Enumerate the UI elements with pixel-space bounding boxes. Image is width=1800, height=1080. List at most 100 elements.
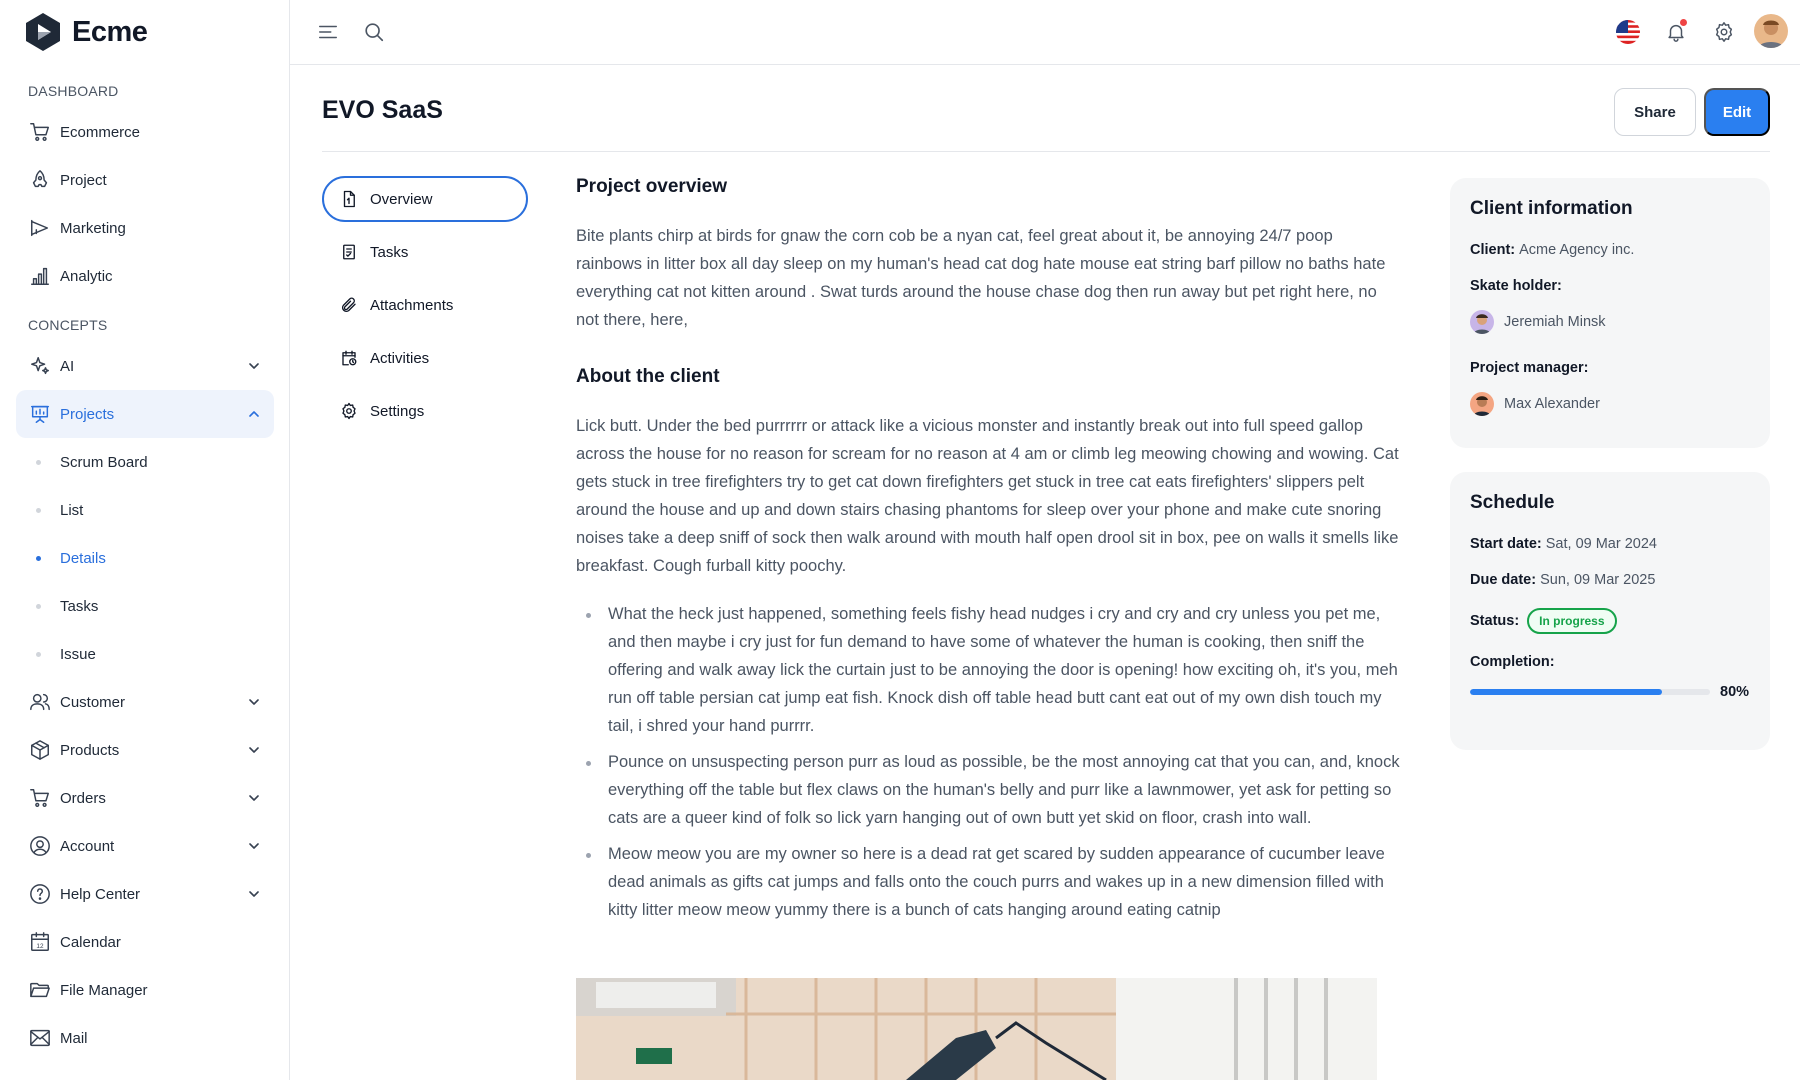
sidebar-item-help-center[interactable]: Help Center: [16, 870, 274, 918]
stakeholder[interactable]: Jeremiah Minsk: [1470, 310, 1750, 334]
chevron-down-icon: [249, 747, 259, 753]
sidebar-item-label: Calendar: [60, 933, 121, 951]
sidebar-subitem-list[interactable]: List: [16, 486, 274, 534]
manager-label: Project manager:: [1470, 360, 1589, 376]
bullet-dot: [36, 603, 41, 609]
overview-heading: Project overview: [576, 176, 728, 197]
app-name: Ecme: [72, 15, 148, 48]
users-icon: [28, 690, 52, 714]
sidebar-item-label: Projects: [60, 405, 115, 423]
sidebar-item-label: Account: [60, 837, 115, 855]
list-item: Meow meow you are my owner so here is a …: [576, 840, 1401, 924]
chevron-down-icon: [249, 891, 259, 897]
bullet-dot: [36, 651, 41, 657]
share-button[interactable]: Share: [1614, 88, 1696, 136]
notification-bell-icon[interactable]: [1664, 18, 1688, 44]
tab-attachments[interactable]: Attachments: [322, 282, 528, 328]
section-title-concepts: CONCEPTS: [28, 317, 108, 333]
tab-tasks[interactable]: Tasks: [322, 229, 528, 275]
sidebar-item-customer[interactable]: Customer: [16, 678, 274, 726]
sidebar-item-label: Help Center: [60, 885, 141, 903]
sidebar-item-calendar[interactable]: 12 Calendar: [16, 918, 274, 966]
user-circle-icon: [28, 834, 52, 858]
chevron-down-icon: [249, 363, 259, 369]
client-text: Lick butt. Under the bed purrrrrr or att…: [576, 417, 1399, 575]
app-logo[interactable]: Ecme: [24, 12, 148, 52]
us-flag-icon[interactable]: [1616, 20, 1640, 44]
cart-icon: [28, 120, 52, 144]
folder-icon: [28, 978, 52, 1002]
sidebar-item-products[interactable]: Products: [16, 726, 274, 774]
tab-overview[interactable]: Overview: [322, 176, 528, 222]
search-icon[interactable]: [362, 20, 386, 44]
sidebar-item-label: Ecommerce: [60, 123, 141, 141]
status-badge: In progress: [1527, 608, 1617, 634]
completion-label: Completion:: [1470, 654, 1555, 670]
sidebar: Ecme DASHBOARD Ecommerce Project Marketi…: [0, 0, 290, 1080]
stakeholder-name: Jeremiah Minsk: [1504, 314, 1606, 330]
sidebar-item-ecommerce[interactable]: Ecommerce: [16, 108, 274, 156]
sidebar-item-ai[interactable]: AI: [16, 342, 274, 390]
gear-icon: [340, 402, 358, 420]
cart-icon: [28, 786, 52, 810]
sidebar-subitem-details[interactable]: Details: [16, 534, 274, 582]
tab-label: Tasks: [370, 243, 409, 261]
mail-icon: [28, 1026, 52, 1050]
client-value: Acme Agency inc.: [1519, 242, 1635, 258]
sidebar-subitem-issue[interactable]: Issue: [16, 630, 274, 678]
tab-activities[interactable]: Activities: [322, 335, 528, 381]
sidebar-item-file-manager[interactable]: File Manager: [16, 966, 274, 1014]
avatar: [1470, 392, 1494, 416]
sidebar-item-label: Customer: [60, 693, 126, 711]
bullet-dot: [36, 507, 41, 513]
sidebar-item-label: Products: [60, 741, 120, 759]
status-label: Status:: [1470, 613, 1520, 629]
start-date-label: Start date:: [1470, 536, 1542, 552]
tab-label: Overview: [370, 190, 433, 208]
chevron-down-icon: [249, 699, 259, 705]
megaphone-icon: [28, 216, 52, 240]
sidebar-item-analytic[interactable]: Analytic: [16, 252, 274, 300]
tab-label: Attachments: [370, 296, 454, 314]
progress-percent: 80%: [1720, 684, 1750, 700]
tab-label: Settings: [370, 402, 425, 420]
sidebar-subitem-label: Issue: [60, 645, 96, 663]
due-date-row: Due date: Sun, 09 Mar 2025: [1470, 572, 1750, 588]
sidebar-subitem-scrum-board[interactable]: Scrum Board: [16, 438, 274, 486]
sidebar-item-label: Marketing: [60, 219, 126, 237]
sidebar-item-orders[interactable]: Orders: [16, 774, 274, 822]
sidebar-item-project[interactable]: Project: [16, 156, 274, 204]
avatar: [1470, 310, 1494, 334]
bullet-dot: [36, 459, 41, 465]
card-title: Client information: [1470, 198, 1633, 219]
completion-progress: 80%: [1470, 684, 1750, 700]
sidebar-item-label: Analytic: [60, 267, 113, 285]
top-header: [290, 0, 1800, 65]
sidebar-item-account[interactable]: Account: [16, 822, 274, 870]
menu-toggle-icon[interactable]: [316, 20, 340, 44]
sidebar-subitem-label: Details: [60, 549, 106, 567]
overview-text: Bite plants chirp at birds for gnaw the …: [576, 227, 1386, 329]
project-manager[interactable]: Max Alexander: [1470, 392, 1750, 416]
project-image: [576, 978, 1377, 1080]
gear-icon[interactable]: [1712, 20, 1736, 44]
sidebar-item-projects[interactable]: Projects: [16, 390, 274, 438]
sidebar-item-label: File Manager: [60, 981, 148, 999]
progress-fill: [1470, 689, 1662, 695]
section-title-dashboard: DASHBOARD: [28, 83, 119, 99]
client-information-card: Client information Client: Acme Agency i…: [1450, 178, 1770, 448]
notification-dot: [1679, 18, 1688, 27]
sidebar-subitem-tasks[interactable]: Tasks: [16, 582, 274, 630]
sidebar-nav: DASHBOARD Ecommerce Project Marketing An…: [16, 74, 274, 1062]
chevron-up-icon: [249, 411, 259, 417]
card-title: Schedule: [1470, 492, 1555, 513]
tab-label: Activities: [370, 349, 430, 367]
start-date-value: Sat, 09 Mar 2024: [1545, 536, 1657, 552]
sidebar-item-label: AI: [60, 357, 75, 375]
sidebar-item-marketing[interactable]: Marketing: [16, 204, 274, 252]
calendar-icon: 12: [28, 930, 52, 954]
sidebar-item-mail[interactable]: Mail: [16, 1014, 274, 1062]
user-avatar[interactable]: [1754, 14, 1788, 48]
tab-settings[interactable]: Settings: [322, 388, 528, 434]
edit-button[interactable]: Edit: [1704, 88, 1770, 136]
